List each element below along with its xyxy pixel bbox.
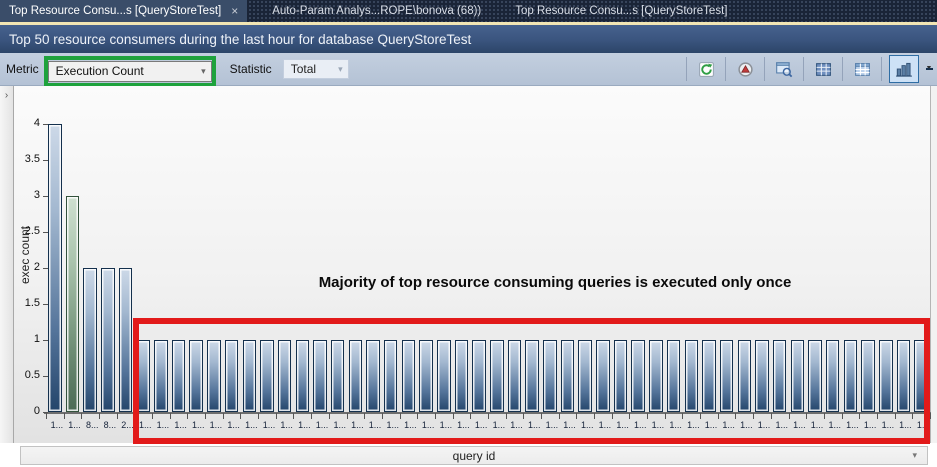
y-tick-mark [43,160,48,162]
bar[interactable] [48,124,62,412]
report-toolbar: Metric Execution Count ▾ Statistic Total… [0,53,937,86]
chart-view-icon[interactable] [889,55,919,83]
x-axis-title: query id [453,449,496,463]
x-tick-mark [99,413,100,419]
metric-dropdown-value: Execution Count [56,64,144,78]
tab-top-resource-consumers-1[interactable]: Top Resource Consu...s [QueryStoreTest] … [0,0,247,22]
y-tick-mark [43,124,48,126]
y-tick-mark [43,232,48,234]
toolbar-icon-group: ▼ [679,53,937,85]
x-tick-mark [930,413,931,419]
grid-view-icon[interactable] [850,57,874,81]
toolbar-separator [803,57,804,81]
tab-auto-param-analysis[interactable]: Auto-Param Analys...ROPE\bonova (68)) [263,0,490,22]
chevron-down-icon: ▾ [338,64,343,75]
close-icon[interactable]: × [231,5,238,17]
y-tick-mark [43,340,48,342]
highlight-rectangle [133,318,930,444]
x-tick-mark [117,413,118,419]
y-tick-label: 3.5 [0,153,40,165]
metric-dropdown[interactable]: Execution Count ▾ [48,61,212,82]
tab-label: Top Resource Consu...s [QueryStoreTest] [9,5,221,17]
x-axis-selector[interactable]: query id ▾ [20,446,928,465]
y-tick-label: 0.5 [0,369,40,381]
bar[interactable] [83,268,97,412]
app-window: Top Resource Consu...s [QueryStoreTest] … [0,0,937,467]
tab-label: Top Resource Consu...s [QueryStoreTest] [515,5,727,17]
grid-details-icon[interactable] [811,57,835,81]
y-tick-mark [43,196,48,198]
y-tick-mark [43,412,48,414]
y-tick-label: 0 [0,405,40,417]
y-tick-mark [43,376,48,378]
x-tick-mark [81,413,82,419]
x-tick-mark [46,413,47,419]
bar[interactable] [66,196,80,412]
toolbar-separator [764,57,765,81]
track-query-icon[interactable] [733,57,757,81]
toolbar-separator [686,57,687,81]
y-tick-label: 2 [0,261,40,273]
y-tick-label: 4 [0,117,40,129]
metric-highlight-box: Execution Count ▾ [44,56,216,87]
page-title: Top 50 resource consumers during the las… [9,32,471,47]
statistic-dropdown[interactable]: Total ▾ [283,59,349,79]
y-tick-label: 1 [0,333,40,345]
metric-label: Metric [6,62,39,76]
toolbar-separator [842,57,843,81]
refresh-icon[interactable] [694,57,718,81]
y-tick-mark [43,304,48,306]
y-tick-label: 1.5 [0,297,40,309]
report-title-bar: Top 50 resource consumers during the las… [0,25,937,53]
statistic-dropdown-value: Total [291,62,316,76]
tab-label: Auto-Param Analys...ROPE\bonova (68)) [272,5,481,17]
x-tick-mark [64,413,65,419]
chevron-down-icon: ▾ [201,66,206,77]
chart-region: › exec count 1...1...8...8...2...1...1..… [0,86,937,467]
y-tick-mark [43,268,48,270]
y-tick-label: 3 [0,189,40,201]
chart-annotation: Majority of top resource consuming queri… [200,274,910,291]
toolbar-separator [725,57,726,81]
view-query-text-icon[interactable] [772,57,796,81]
bar[interactable] [119,268,133,412]
document-tab-bar: Top Resource Consu...s [QueryStoreTest] … [0,0,937,22]
bar[interactable] [101,268,115,412]
toolbar-overflow-icon[interactable]: ▼ [923,66,935,72]
y-tick-label: 2.5 [0,225,40,237]
statistic-label: Statistic [230,62,272,76]
toolbar-separator [881,57,882,81]
chevron-down-icon: ▾ [912,450,917,461]
tab-top-resource-consumers-2[interactable]: Top Resource Consu...s [QueryStoreTest] [506,0,736,22]
